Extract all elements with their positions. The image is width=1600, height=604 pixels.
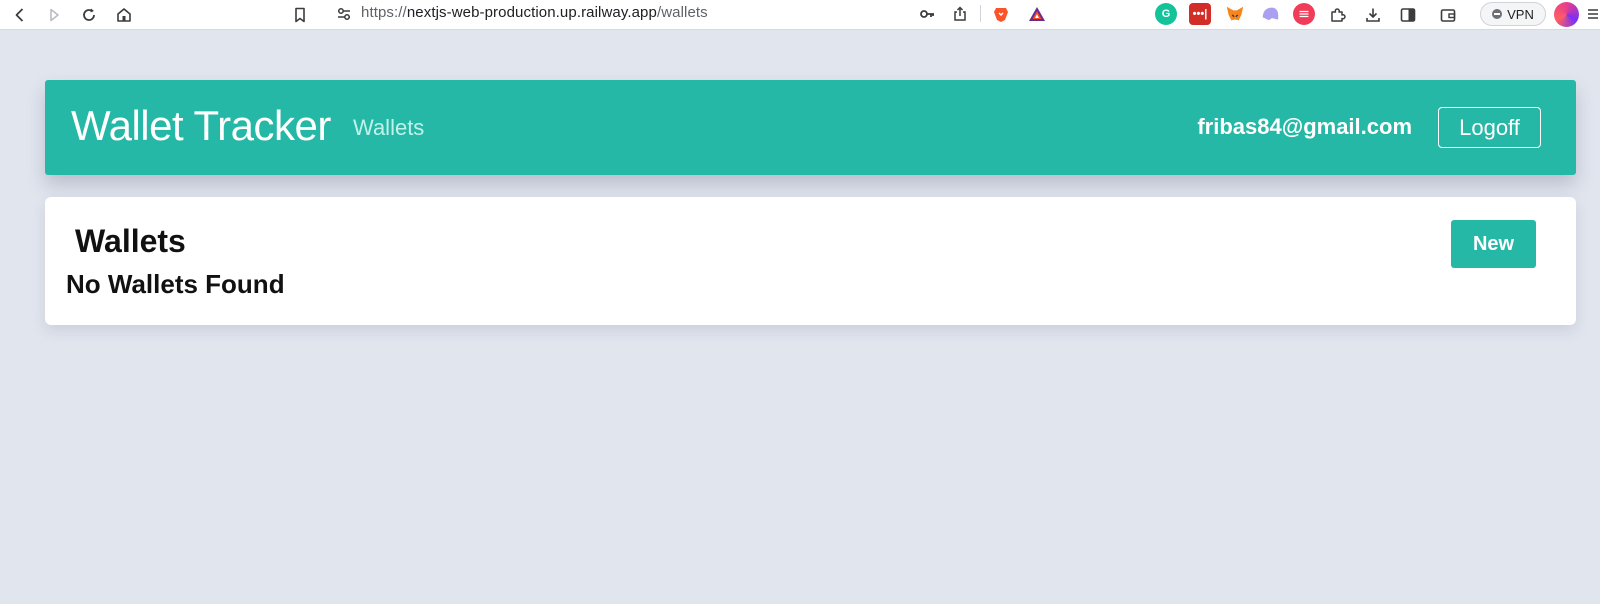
sidebar-icon[interactable] — [1396, 3, 1420, 27]
empty-state-message: No Wallets Found — [66, 269, 285, 299]
bookmark-icon[interactable] — [288, 3, 312, 27]
metamask-fox-icon[interactable] — [1224, 3, 1246, 25]
app-header: Wallet Tracker Wallets fribas84@gmail.co… — [45, 80, 1576, 175]
brave-lion-icon[interactable] — [989, 2, 1013, 26]
address-divider — [980, 5, 981, 22]
key-icon[interactable] — [915, 2, 939, 26]
vpn-button[interactable]: VPN — [1480, 2, 1546, 26]
page-title: Wallets — [75, 223, 186, 259]
lastpass-icon[interactable]: •••| — [1189, 3, 1211, 25]
address-bar[interactable]: https://nextjs-web-production.up.railway… — [325, 0, 1057, 27]
bat-triangle-icon[interactable] — [1025, 2, 1049, 26]
nav-link-wallets[interactable]: Wallets — [353, 115, 424, 141]
wallet-icon[interactable] — [1436, 3, 1460, 27]
forward-arrow-icon[interactable] — [42, 3, 66, 27]
profile-avatar-icon[interactable] — [1554, 2, 1579, 27]
url-path: /wallets — [656, 4, 708, 21]
url-host: nextjs-web-production.up.railway.app — [406, 4, 657, 21]
url-scheme: https:// — [361, 4, 407, 21]
url-text: https://nextjs-web-production.up.railway… — [361, 4, 708, 21]
new-wallet-button[interactable]: New — [1451, 220, 1536, 268]
menu-icon[interactable] — [1586, 6, 1600, 22]
browser-toolbar: https://nextjs-web-production.up.railway… — [0, 0, 1600, 30]
home-icon[interactable] — [112, 3, 136, 27]
puzzle-icon[interactable] — [1326, 3, 1350, 27]
download-icon[interactable] — [1361, 3, 1385, 27]
app-brand[interactable]: Wallet Tracker — [71, 102, 331, 150]
reload-icon[interactable] — [77, 3, 101, 27]
user-email: fribas84@gmail.com — [1197, 114, 1412, 139]
phantom-ghost-icon[interactable] — [1259, 3, 1281, 25]
grammarly-icon[interactable]: G — [1155, 3, 1177, 25]
tune-icon[interactable] — [335, 5, 353, 23]
red-circle-extension-icon[interactable] — [1293, 3, 1315, 25]
back-arrow-icon[interactable] — [8, 3, 32, 27]
logoff-button[interactable]: Logoff — [1438, 107, 1541, 148]
share-icon[interactable] — [948, 2, 972, 26]
wallets-card: Wallets No Wallets Found New — [45, 197, 1576, 325]
vpn-status-icon — [1492, 9, 1503, 19]
vpn-label: VPN — [1507, 6, 1534, 22]
